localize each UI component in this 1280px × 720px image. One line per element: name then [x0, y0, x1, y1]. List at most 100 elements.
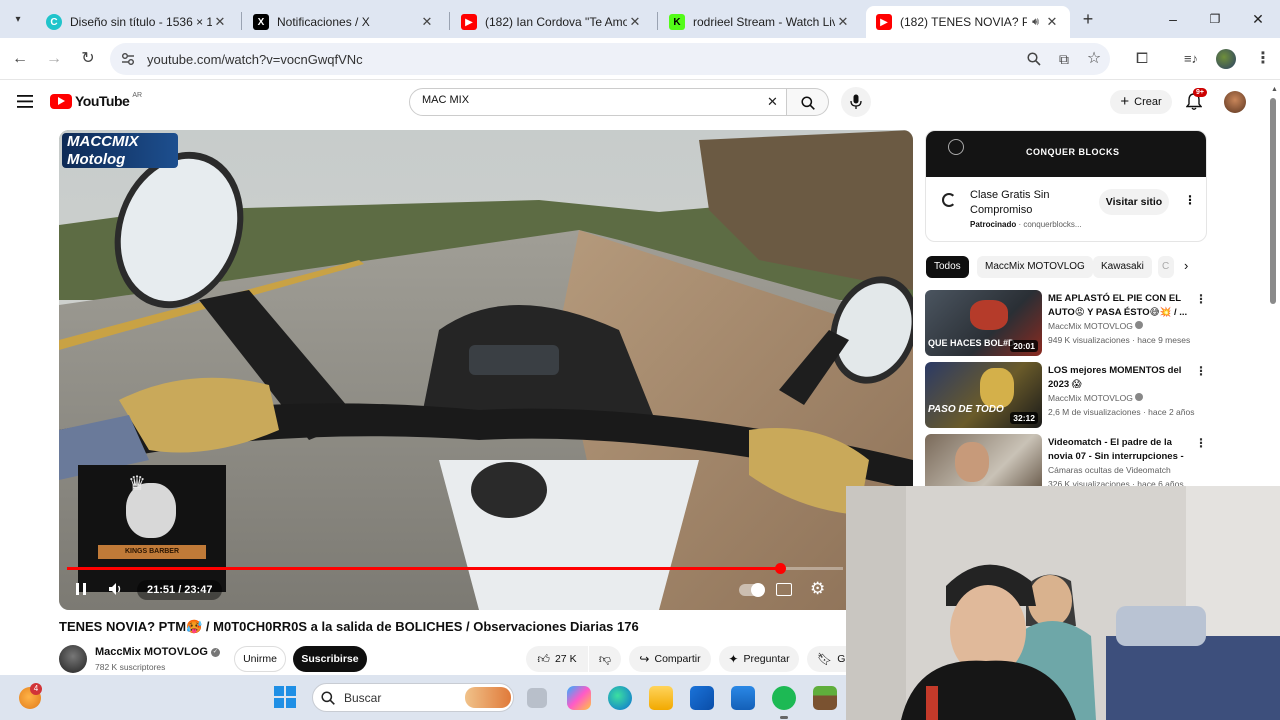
share-button[interactable]: ↪ Compartir	[629, 646, 711, 672]
copilot-icon[interactable]	[567, 686, 591, 710]
file-explorer-icon[interactable]	[649, 686, 673, 710]
pause-button[interactable]	[74, 582, 88, 596]
zoom-icon[interactable]	[1027, 52, 1041, 66]
clear-search-icon[interactable]: ✕	[767, 94, 778, 110]
bookmark-star-icon[interactable]: ☆	[1083, 48, 1105, 70]
settings-gear-icon[interactable]: ⚙	[810, 580, 825, 598]
tab-divider	[657, 12, 658, 30]
channel-overlay-logo: MACCMIX Motolog	[62, 133, 178, 168]
subtitles-icon[interactable]	[776, 583, 792, 596]
channel-avatar[interactable]	[59, 645, 87, 673]
address-bar[interactable]: youtube.com/watch?v=vocnGwqfVNc	[110, 43, 1110, 75]
site-settings-icon[interactable]	[121, 52, 135, 66]
close-tab-icon[interactable]: ✕	[419, 14, 435, 30]
outlook-icon[interactable]	[690, 686, 714, 710]
extensions-icon[interactable]: ⧠	[1131, 48, 1153, 70]
more-actions-icon[interactable]: ⋮	[1195, 364, 1207, 378]
store-icon[interactable]	[731, 686, 755, 710]
video-player[interactable]: MACCMIX Motolog ♛ KINGS BARBER	[59, 130, 913, 610]
chrome-menu-icon[interactable]: ⋮	[1252, 48, 1274, 70]
more-actions-icon[interactable]: ⋮	[1195, 436, 1207, 450]
recommendation-title[interactable]: ME APLASTÓ EL PIE CON EL AUTO😡 Y PASA ÉS…	[1048, 292, 1188, 320]
install-app-icon[interactable]: ⧉	[1053, 48, 1075, 70]
recommendation-item[interactable]: PASO DE TODO 32:12 LOS mejores MOMENTOS …	[925, 362, 1210, 428]
voice-search-button[interactable]	[841, 87, 871, 117]
recommendation-item[interactable]: QUE HACES BOL#D 20:01 ME APLASTÓ EL PIE …	[925, 290, 1210, 356]
back-arrow-icon[interactable]: ←	[9, 48, 31, 70]
account-avatar[interactable]	[1224, 91, 1246, 113]
search-button[interactable]	[787, 88, 829, 116]
like-button[interactable]: 👍︎ 27 K	[526, 646, 588, 672]
notifications-button[interactable]: 9+	[1185, 88, 1207, 112]
close-tab-icon[interactable]: ✕	[835, 14, 851, 30]
minimize-button[interactable]: –	[1162, 8, 1184, 30]
search-box[interactable]: ✕	[409, 88, 787, 116]
close-tab-icon[interactable]: ✕	[212, 14, 228, 30]
recommendation-title[interactable]: LOS mejores MOMENTOS del 2023 😱	[1048, 364, 1188, 392]
channel-name[interactable]: MaccMix MOTOVLOG ✓	[95, 646, 220, 658]
channel-row: MaccMix MOTOVLOG ✓ 782 K suscriptores Un…	[59, 644, 859, 676]
sponsored-ad-card[interactable]: CONQUER BLOCKS Clase Gratis Sin Compromi…	[925, 130, 1207, 242]
speaker-icon[interactable]: 🔊︎	[1032, 16, 1039, 29]
recommendation-title[interactable]: Videomatch - El padre de la novia 07 - S…	[1048, 436, 1188, 464]
browser-tab-canva[interactable]: C Diseño sin título - 1536 × 10 ✕	[36, 6, 238, 38]
create-button[interactable]: + Crear	[1110, 90, 1172, 114]
close-tab-icon[interactable]: ✕	[1044, 14, 1060, 30]
chip-more[interactable]: C	[1158, 256, 1174, 278]
join-button[interactable]: Unirme	[234, 646, 286, 672]
search-icon	[801, 96, 815, 110]
recommendation-channel[interactable]: MaccMix MOTOVLOG	[1048, 393, 1144, 403]
dislike-button[interactable]: 👎︎	[589, 646, 621, 672]
video-thumbnail[interactable]: PASO DE TODO 32:12	[925, 362, 1042, 428]
chip-todos[interactable]: Todos	[926, 256, 969, 278]
ask-button[interactable]: ✦ Preguntar	[719, 646, 799, 672]
chip-kawasaki[interactable]: Kawasaki	[1093, 256, 1152, 278]
volume-button[interactable]	[108, 582, 124, 596]
browser-tab-kick[interactable]: K rodrieel Stream - Watch Live ✕	[659, 6, 861, 38]
ad-sponsor-line: Patrocinado · conquerblocks...	[970, 220, 1082, 229]
tab-search-button[interactable]: ▾	[8, 10, 28, 30]
sponsored-label: Patrocinado	[970, 220, 1017, 229]
start-button[interactable]	[274, 686, 296, 708]
region-code: AR	[132, 91, 143, 99]
search-input[interactable]	[422, 94, 752, 106]
reload-icon[interactable]: ↻	[77, 48, 99, 70]
forward-arrow-icon[interactable]: →	[43, 48, 65, 70]
subscribe-button[interactable]: Suscribirse	[293, 646, 367, 672]
minecraft-icon[interactable]	[813, 686, 837, 710]
recommendation-channel[interactable]: Cámaras ocultas de Videomatch	[1048, 465, 1171, 475]
more-actions-icon[interactable]: ⋮	[1195, 292, 1207, 306]
new-tab-button[interactable]: +	[1078, 8, 1098, 30]
visit-site-button[interactable]: Visitar sitio	[1099, 189, 1169, 215]
edge-icon[interactable]	[608, 686, 632, 710]
ad-banner[interactable]: CONQUER BLOCKS	[926, 131, 1206, 177]
browser-tab-youtube-active[interactable]: ▶ (182) TENES NOVIA? PTM 🔊︎ ✕	[866, 6, 1070, 38]
progress-bar[interactable]	[67, 563, 843, 574]
scrollbar-thumb[interactable]	[1270, 98, 1276, 304]
video-thumbnail[interactable]: QUE HACES BOL#D 20:01	[925, 290, 1042, 356]
tab-title: (182) Ian Cordova "Te Amo y	[485, 15, 627, 29]
chips-next-arrow-icon[interactable]: ›	[1184, 258, 1188, 273]
ad-menu-icon[interactable]: ⋮	[1184, 193, 1196, 207]
task-view-icon[interactable]	[527, 688, 547, 708]
verified-check-icon	[1135, 393, 1144, 401]
hamburger-menu-icon[interactable]	[17, 95, 33, 108]
spotify-icon[interactable]	[772, 686, 796, 710]
browser-tab-youtube-1[interactable]: ▶ (182) Ian Cordova "Te Amo y ✕	[451, 6, 653, 38]
close-window-button[interactable]: ✕	[1247, 8, 1269, 30]
progress-scrubber[interactable]	[775, 563, 786, 574]
youtube-logo[interactable]: YouTube AR	[50, 91, 143, 109]
restore-button[interactable]: ❐	[1204, 8, 1226, 30]
like-count: 27 K	[554, 653, 577, 665]
recommendation-channel[interactable]: MaccMix MOTOVLOG	[1048, 321, 1144, 331]
close-tab-icon[interactable]: ✕	[627, 14, 643, 30]
media-control-icon[interactable]: ≡♪	[1180, 48, 1202, 70]
autoplay-toggle[interactable]	[739, 583, 765, 597]
tab-title: (182) TENES NOVIA? PTM	[900, 15, 1028, 29]
browser-tab-x[interactable]: X Notificaciones / X ✕	[243, 6, 445, 38]
thumbnail-caption: PASO DE TODO	[928, 404, 1004, 415]
profile-avatar[interactable]	[1216, 49, 1236, 69]
taskbar-search[interactable]: Buscar	[312, 683, 514, 712]
chip-maccmix[interactable]: MaccMix MOTOVLOG	[977, 256, 1093, 278]
tab-divider	[449, 12, 450, 30]
